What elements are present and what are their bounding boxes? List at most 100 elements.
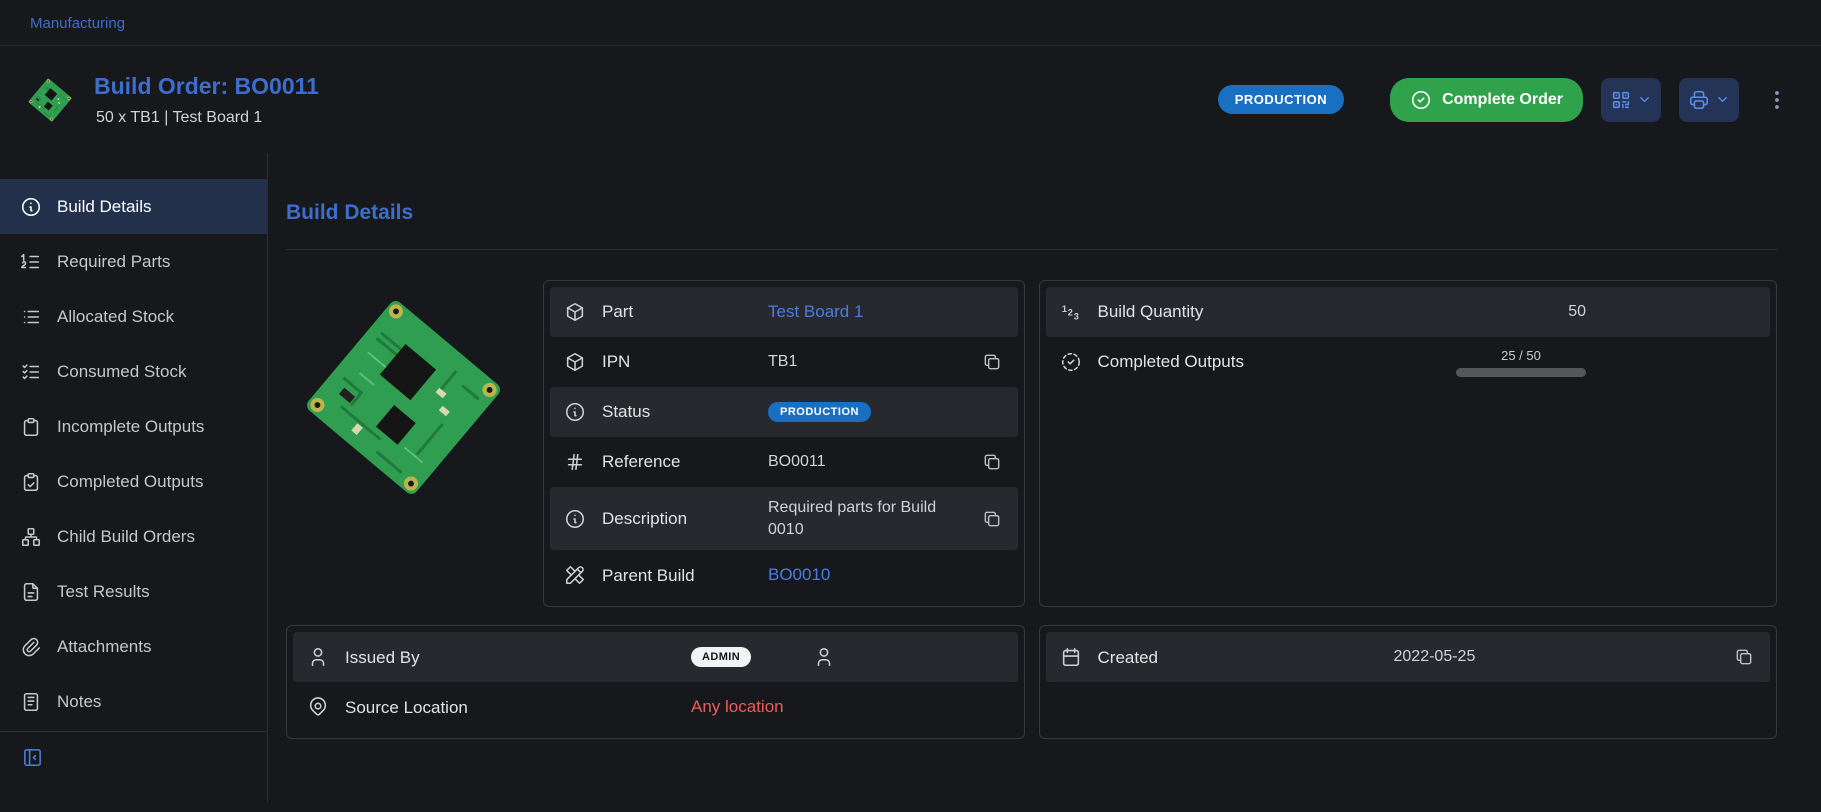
part-image[interactable]	[286, 280, 521, 515]
sidebar-item-label: Incomplete Outputs	[57, 417, 204, 437]
sidebar-item-label: Completed Outputs	[57, 472, 203, 492]
build-quantity-value: 50	[1568, 303, 1586, 321]
dots-vertical-icon	[1765, 88, 1789, 112]
completed-outputs-label: Completed Outputs	[1098, 351, 1428, 372]
info-circle-icon	[564, 508, 586, 530]
description-value: Required parts for Build 0010	[768, 497, 943, 540]
clipboard-check-icon	[20, 471, 42, 493]
chevron-down-icon	[1715, 92, 1730, 107]
detail-row-parent-build: Parent Build BO0010	[550, 550, 1018, 600]
sidebar-item-consumed-stock[interactable]: Consumed Stock	[0, 344, 267, 399]
chevron-down-icon	[1637, 92, 1652, 107]
qrcode-icon	[1610, 89, 1632, 111]
sidebar-item-label: Build Details	[57, 197, 152, 217]
detail-label-status: Status	[602, 401, 752, 422]
progress-label: 25 / 50	[1501, 348, 1541, 363]
more-actions-button[interactable]	[1763, 82, 1791, 118]
progress-check-icon	[1060, 351, 1082, 373]
copy-icon	[982, 452, 1002, 472]
quantity-panel: 123 Build Quantity 50 Completed Outputs …	[1039, 280, 1778, 607]
copy-icon	[1734, 647, 1754, 667]
circle-check-icon	[1410, 89, 1432, 111]
copy-button[interactable]	[980, 507, 1004, 531]
detail-label-ipn: IPN	[602, 351, 752, 372]
sidebar-item-label: Test Results	[57, 582, 150, 602]
source-location-row: Source Location Any location	[293, 682, 1018, 732]
order-status-badge: PRODUCTION	[1218, 85, 1344, 114]
report-icon	[20, 581, 42, 603]
sidebar-item-label: Allocated Stock	[57, 307, 174, 327]
sidebar-item-attachments[interactable]: Attachments	[0, 619, 267, 674]
parent-build-link[interactable]: BO0010	[768, 565, 830, 585]
section-heading: Build Details	[286, 201, 1777, 225]
breadcrumb-manufacturing[interactable]: Manufacturing	[30, 15, 125, 32]
sidebar-item-label: Attachments	[57, 637, 152, 657]
title-block: Build Order: BO0011 50 x TB1 | Test Boar…	[94, 73, 319, 127]
issued-by-badge: ADMIN	[691, 647, 751, 667]
part-link[interactable]: Test Board 1	[768, 302, 863, 322]
sidebar-item-label: Consumed Stock	[57, 362, 186, 382]
sitemap-icon	[20, 526, 42, 548]
detail-label-description: Description	[602, 508, 752, 529]
sidebar: Build Details Required Parts Allocated S…	[0, 153, 268, 802]
sidebar-item-notes[interactable]: Notes	[0, 674, 267, 729]
print-actions-button[interactable]	[1679, 78, 1739, 122]
clipboard-icon	[20, 416, 42, 438]
copy-icon	[982, 509, 1002, 529]
complete-order-button[interactable]: Complete Order	[1390, 78, 1583, 122]
breadcrumb: Manufacturing	[0, 0, 1821, 46]
detail-label-reference: Reference	[602, 451, 752, 472]
sidebar-item-incomplete-outputs[interactable]: Incomplete Outputs	[0, 399, 267, 454]
progress-bar	[1456, 368, 1586, 377]
copy-button[interactable]	[980, 350, 1004, 374]
sidebar-item-required-parts[interactable]: Required Parts	[0, 234, 267, 289]
map-pin-icon	[307, 696, 329, 718]
package-icon	[564, 351, 586, 373]
detail-row-ipn: IPN TB1	[550, 337, 1018, 387]
sidebar-item-label: Notes	[57, 692, 101, 712]
build-quantity-row: 123 Build Quantity 50	[1046, 287, 1771, 337]
created-value: 2022-05-25	[1394, 648, 1476, 666]
sidebar-item-completed-outputs[interactable]: Completed Outputs	[0, 454, 267, 509]
tools-icon	[564, 564, 586, 586]
barcode-actions-button[interactable]	[1601, 78, 1661, 122]
user-icon	[813, 646, 835, 668]
status-badge: PRODUCTION	[768, 402, 871, 422]
copy-icon	[982, 352, 1002, 372]
issued-by-row: Issued By ADMIN	[293, 632, 1018, 682]
sidebar-item-build-details[interactable]: Build Details	[0, 179, 267, 234]
page-header: Build Order: BO0011 50 x TB1 | Test Boar…	[0, 46, 1821, 153]
package-icon	[564, 301, 586, 323]
sidebar-collapse-button[interactable]	[0, 732, 267, 783]
issued-by-label: Issued By	[345, 647, 675, 668]
created-label: Created	[1098, 647, 1378, 668]
page-subtitle: 50 x TB1 | Test Board 1	[94, 109, 319, 127]
heading-divider	[286, 249, 1777, 250]
detail-label-parent-build: Parent Build	[602, 565, 752, 586]
svg-text:3: 3	[1073, 311, 1078, 321]
svg-text:2: 2	[1067, 308, 1072, 318]
created-row: Created 2022-05-25	[1046, 632, 1771, 682]
info-circle-icon	[20, 196, 42, 218]
calendar-icon	[1060, 646, 1082, 668]
sidebar-collapse-icon	[21, 746, 246, 769]
sidebar-item-test-results[interactable]: Test Results	[0, 564, 267, 619]
main-panel: Build Details Part Test Board 1 IPN	[268, 153, 1821, 802]
source-location-value: Any location	[691, 697, 784, 717]
sidebar-item-allocated-stock[interactable]: Allocated Stock	[0, 289, 267, 344]
part-thumbnail-image[interactable]	[24, 74, 76, 126]
details-panel: Part Test Board 1 IPN TB1 Status PRODUCT…	[543, 280, 1025, 607]
printer-icon	[1688, 89, 1710, 111]
notes-icon	[20, 691, 42, 713]
copy-button[interactable]	[980, 450, 1004, 474]
content-area: Build Details Required Parts Allocated S…	[0, 153, 1821, 802]
hash-icon	[564, 451, 586, 473]
detail-row-part: Part Test Board 1	[550, 287, 1018, 337]
copy-button[interactable]	[1732, 645, 1756, 669]
sidebar-item-child-build-orders[interactable]: Child Build Orders	[0, 509, 267, 564]
user-icon	[307, 646, 329, 668]
list-numbers-icon	[20, 251, 42, 273]
info-circle-icon	[564, 401, 586, 423]
sidebar-item-label: Child Build Orders	[57, 527, 195, 547]
list-check-icon	[20, 361, 42, 383]
